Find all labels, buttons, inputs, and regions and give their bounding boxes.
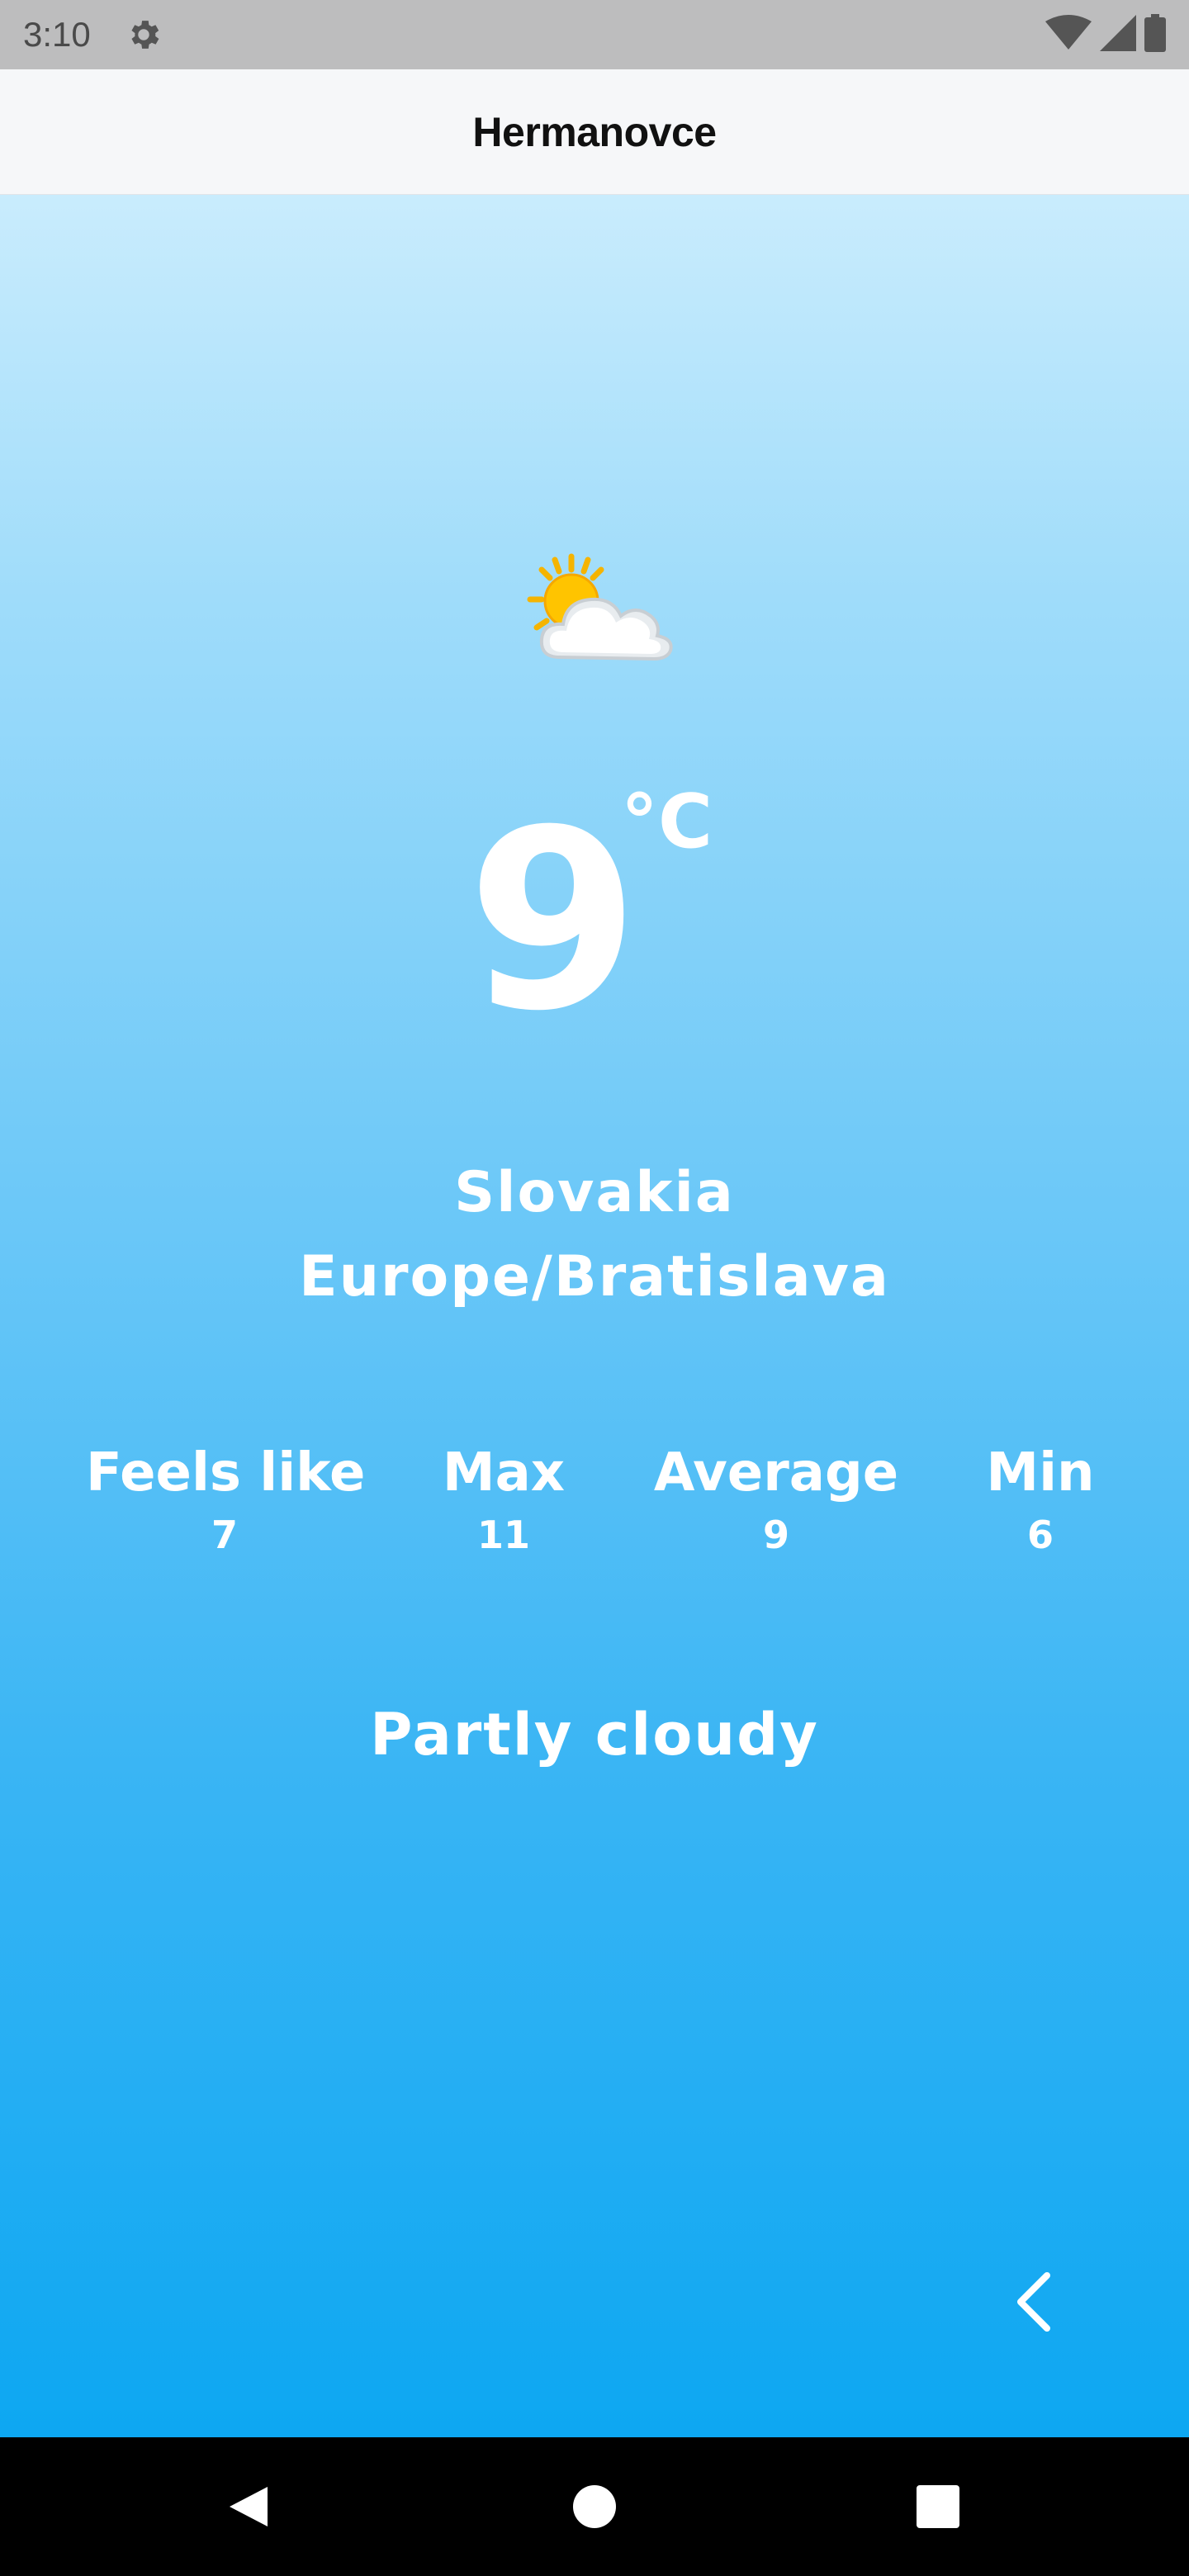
country-label: Slovakia xyxy=(454,1160,735,1225)
signal-icon xyxy=(1100,15,1136,54)
weather-panel: 9 °C Slovakia Europe/Bratislava Feels li… xyxy=(0,195,1189,2437)
chevron-left-icon[interactable] xyxy=(999,2261,1065,2343)
temperature-unit: °C xyxy=(621,779,713,865)
home-circle-icon[interactable] xyxy=(553,2465,636,2548)
stat-label: Feels like xyxy=(86,1442,366,1503)
stat-feels-like: Feels like 7 xyxy=(86,1440,366,1564)
system-nav-bar xyxy=(0,2437,1189,2576)
gear-icon xyxy=(124,15,163,54)
weather-condition: Partly cloudy xyxy=(370,1701,819,1769)
stat-average: Average 9 xyxy=(652,1440,900,1564)
status-bar: 3:10 xyxy=(0,0,1189,69)
temperature-value: 9 xyxy=(467,777,640,1065)
partly-cloudy-icon xyxy=(512,542,677,674)
stat-label: Average xyxy=(653,1442,899,1503)
back-triangle-icon[interactable] xyxy=(206,2465,289,2548)
app-bar: Hermanovce xyxy=(0,69,1189,195)
recents-square-icon[interactable] xyxy=(897,2465,979,2548)
stat-value: 6 xyxy=(1026,1513,1054,1557)
stat-label: Min xyxy=(986,1442,1095,1503)
wifi-icon xyxy=(1045,15,1092,54)
stat-value: 7 xyxy=(211,1513,238,1557)
stat-label: Max xyxy=(442,1442,566,1503)
stat-value: 9 xyxy=(762,1513,789,1557)
page-title: Hermanovce xyxy=(472,108,717,155)
stat-max: Max 11 xyxy=(421,1440,586,1564)
stat-min: Min 6 xyxy=(966,1440,1115,1564)
timezone-label: Europe/Bratislava xyxy=(299,1244,890,1309)
status-icons xyxy=(1045,14,1166,55)
stat-value: 11 xyxy=(476,1513,530,1557)
battery-icon xyxy=(1144,14,1166,55)
status-time: 3:10 xyxy=(23,15,91,54)
